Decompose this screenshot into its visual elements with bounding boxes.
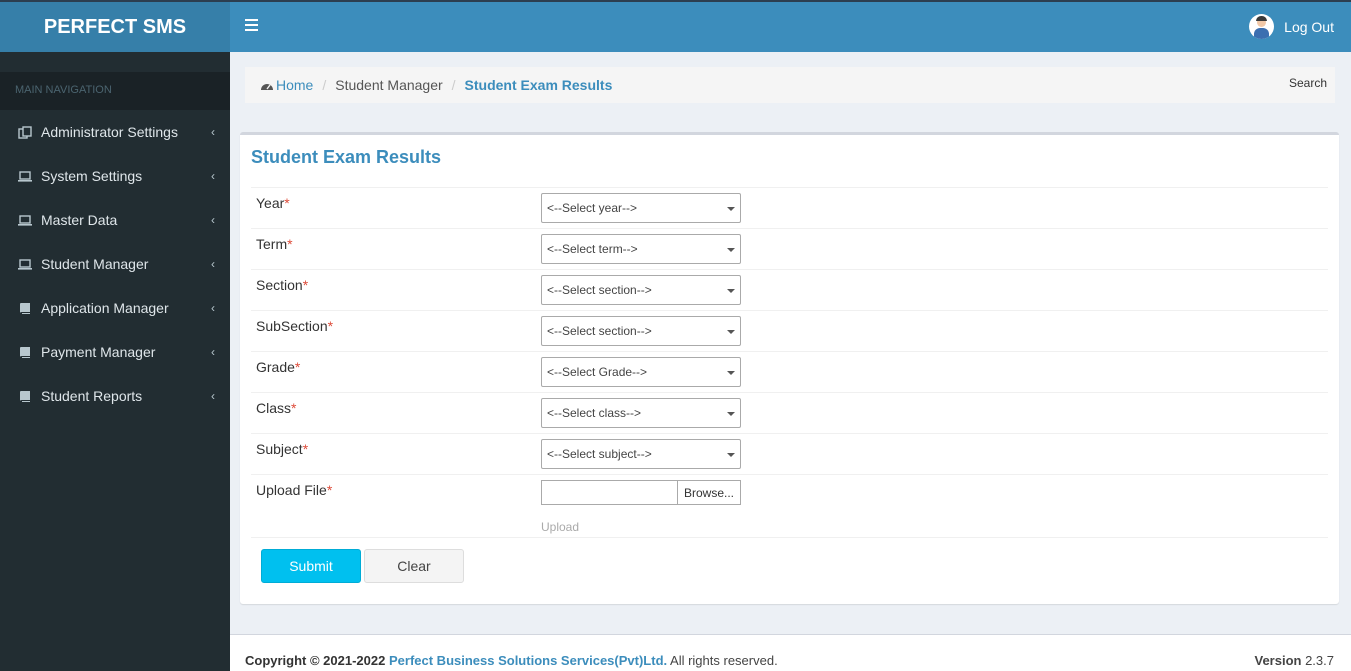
chevron-left-icon: ‹ [211,213,215,227]
sidebar-item-label: Student Reports [41,388,143,404]
sidebar-item-label: System Settings [41,168,143,184]
book-icon [18,346,32,358]
avatar [1249,14,1275,39]
breadcrumb-home[interactable]: Home [260,77,313,93]
field-label: SubSection* [256,318,334,334]
upload-help-text: Upload [541,520,580,534]
hamburger-menu-icon[interactable] [245,19,258,31]
dashboard-icon [261,83,273,90]
field-label: Upload File* [256,482,333,498]
page-title: Student Exam Results [251,147,442,167]
logout-label: Log Out [1284,18,1334,35]
breadcrumb-current: Student Exam Results [464,77,613,93]
dropdown-arrow-icon [727,412,735,416]
sidebar: PERFECT SMS MAIN NAVIGATION Administrato… [0,0,230,671]
class-select[interactable]: <--Select class--> [541,398,741,428]
chevron-left-icon: ‹ [211,125,215,139]
breadcrumb: Home / Student Manager / Student Exam Re… [245,67,1335,103]
sidebar-item-master-data[interactable]: Master Data ‹ [0,198,230,242]
footer-copyright: Copyright © 2021-2022 Perfect Business S… [245,653,778,668]
form-row-year: Year* <--Select year--> [251,187,1328,228]
exam-results-box: Student Exam Results Year* <--Select yea… [240,132,1339,604]
field-label: Subject* [256,441,309,457]
form-row-subject: Subject* <--Select subject--> [251,433,1328,474]
field-label: Class* [256,400,297,416]
search-link[interactable]: Search [1289,76,1327,90]
chevron-left-icon: ‹ [211,345,215,359]
sidebar-item-label: Student Manager [41,256,149,272]
form-row-section: Section* <--Select section--> [251,269,1328,310]
sidebar-item-system-settings[interactable]: System Settings ‹ [0,154,230,198]
section-select[interactable]: <--Select section--> [541,275,741,305]
laptop-icon [18,258,32,270]
chevron-left-icon: ‹ [211,301,215,315]
laptop-icon [18,170,32,182]
form-row-upload: Upload File* Browse... Upload [251,474,1328,538]
breadcrumb-separator: / [451,77,456,93]
dropdown-arrow-icon [727,371,735,375]
term-select[interactable]: <--Select term--> [541,234,741,264]
browse-button[interactable]: Browse... [677,480,741,505]
dropdown-arrow-icon [727,289,735,293]
sidebar-item-label: Administrator Settings [41,124,178,140]
field-label: Term* [256,236,293,252]
nav-header: MAIN NAVIGATION [0,72,230,110]
grade-select[interactable]: <--Select Grade--> [541,357,741,387]
field-label: Year* [256,195,290,211]
field-label: Section* [256,277,309,293]
form-row-grade: Grade* <--Select Grade--> [251,351,1328,392]
top-navbar: Log Out [230,0,1351,52]
company-link[interactable]: Perfect Business Solutions Services(Pvt)… [389,653,667,668]
form-rows: Year* <--Select year--> Term* <--Select … [251,187,1328,538]
sidebar-item-label: Master Data [41,212,118,228]
sidebar-item-student-manager[interactable]: Student Manager ‹ [0,242,230,286]
chevron-left-icon: ‹ [211,389,215,403]
breadcrumb-separator: / [322,77,327,93]
subject-select[interactable]: <--Select subject--> [541,439,741,469]
form-row-term: Term* <--Select term--> [251,228,1328,269]
dropdown-arrow-icon [727,453,735,457]
chevron-left-icon: ‹ [211,257,215,271]
app-logo[interactable]: PERFECT SMS [0,0,230,52]
book-icon [18,302,32,314]
dropdown-arrow-icon [727,207,735,211]
subsection-select[interactable]: <--Select section--> [541,316,741,346]
field-label: Grade* [256,359,301,375]
footer-version: Version 2.3.7 [1254,653,1334,668]
chevron-left-icon: ‹ [211,169,215,183]
sidebar-item-application-manager[interactable]: Application Manager ‹ [0,286,230,330]
laptop-icon [18,214,32,226]
file-input[interactable] [541,480,678,505]
breadcrumb-parent[interactable]: Student Manager [335,77,442,93]
year-select[interactable]: <--Select year--> [541,193,741,223]
dropdown-arrow-icon [727,248,735,252]
breadcrumb-home-label: Home [276,77,314,93]
sidebar-item-label: Payment Manager [41,344,156,360]
logout-link[interactable]: Log Out [1249,14,1334,39]
submit-button[interactable]: Submit [261,549,361,583]
form-row-subsection: SubSection* <--Select section--> [251,310,1328,351]
form-row-class: Class* <--Select class--> [251,392,1328,433]
book-icon [18,390,32,402]
footer: Copyright © 2021-2022 Perfect Business S… [230,634,1351,671]
dropdown-arrow-icon [727,330,735,334]
copy-icon [18,125,32,139]
sidebar-item-student-reports[interactable]: Student Reports ‹ [0,374,230,418]
sidebar-item-label: Application Manager [41,300,169,316]
clear-button[interactable]: Clear [364,549,464,583]
sidebar-item-administrator-settings[interactable]: Administrator Settings ‹ [0,110,230,154]
sidebar-item-payment-manager[interactable]: Payment Manager ‹ [0,330,230,374]
